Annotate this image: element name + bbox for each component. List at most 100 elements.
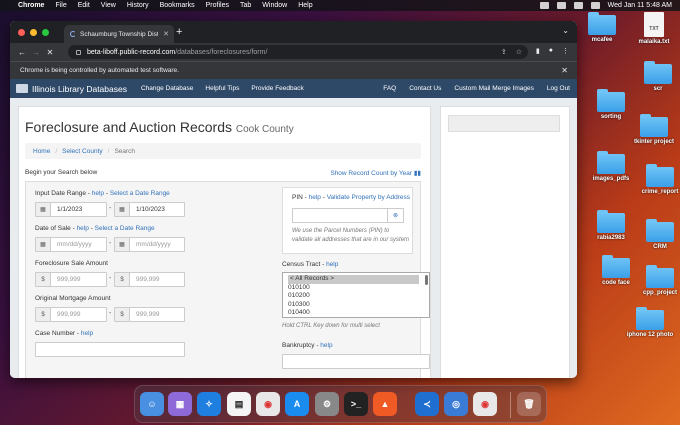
menu-bookmarks[interactable]: Bookmarks bbox=[160, 2, 195, 9]
menu-clock[interactable]: Wed Jan 11 5:48 AM bbox=[608, 2, 672, 9]
census-help-link[interactable]: help bbox=[326, 261, 338, 268]
new-tab-icon[interactable]: + bbox=[176, 26, 182, 38]
menu-help[interactable]: Help bbox=[298, 2, 312, 9]
menu-tab[interactable]: Tab bbox=[240, 2, 251, 9]
terminal-icon[interactable]: >_ bbox=[344, 392, 368, 416]
pin-help-link[interactable]: help bbox=[309, 194, 321, 201]
sale-date-from[interactable]: ▦ mm/dd/yyyy bbox=[35, 237, 107, 252]
census-option[interactable]: 010400 bbox=[288, 309, 424, 317]
nav-helpful-tips[interactable]: Helpful Tips bbox=[205, 85, 239, 92]
sale-amount-min[interactable]: $999,999 bbox=[35, 272, 107, 287]
launchpad-icon[interactable]: ▦ bbox=[168, 392, 192, 416]
case-number-help-link[interactable]: help bbox=[81, 330, 93, 337]
address-bar[interactable]: beta-liboff.public-record.com/databases/… bbox=[68, 45, 528, 59]
side-panel-icon[interactable]: ▮ bbox=[536, 47, 540, 55]
nav-provide-feedback[interactable]: Provide Feedback bbox=[251, 85, 303, 92]
automation-infobar: Chrome is being controlled by automated … bbox=[10, 61, 577, 79]
breadcrumb-home[interactable]: Home bbox=[33, 148, 50, 155]
nav-change-database[interactable]: Change Database bbox=[141, 85, 193, 92]
forward-arrow-icon[interactable]: → bbox=[30, 48, 42, 57]
back-arrow-icon[interactable]: ← bbox=[16, 48, 28, 57]
chrome-canary-icon[interactable]: ◉ bbox=[473, 392, 497, 416]
mortgage-amount-max[interactable]: $999,999 bbox=[114, 307, 185, 322]
minimize-window-button[interactable] bbox=[30, 29, 37, 36]
input-date-to[interactable]: ▦ 1/10/2023 bbox=[114, 202, 185, 217]
battery-icon[interactable] bbox=[556, 2, 566, 9]
census-tract-select[interactable]: < All Records > 010100 010200 010300 010… bbox=[282, 272, 430, 318]
wifi-icon[interactable] bbox=[573, 2, 583, 9]
system-settings-icon[interactable]: ⚙ bbox=[315, 392, 339, 416]
nav-faq[interactable]: FAQ bbox=[383, 85, 396, 92]
validate-property-link[interactable]: Validate Property by Address bbox=[327, 194, 410, 201]
app-store-icon[interactable]: A bbox=[285, 392, 309, 416]
trash-icon[interactable]: 🗑 bbox=[517, 392, 541, 416]
menu-file[interactable]: File bbox=[55, 2, 66, 9]
folder-icon bbox=[640, 114, 668, 137]
bookmark-star-icon[interactable]: ☆ bbox=[516, 48, 522, 56]
brave-icon[interactable]: ▲ bbox=[373, 392, 397, 416]
menu-profiles[interactable]: Profiles bbox=[206, 2, 229, 9]
desktop-file-malaika[interactable]: TXT malaika.txt bbox=[624, 12, 680, 45]
desktop-folder-iphone-photo[interactable]: iphone 12 photo bbox=[620, 307, 680, 338]
menu-app-chrome[interactable]: Chrome bbox=[18, 2, 44, 9]
desktop-folder-crm[interactable]: CRM bbox=[630, 219, 680, 250]
date-of-sale-help-link[interactable]: help bbox=[77, 225, 89, 232]
pin-input[interactable]: ⊗ bbox=[292, 208, 404, 223]
breadcrumb-select-county[interactable]: Select County bbox=[62, 148, 102, 155]
close-window-button[interactable] bbox=[18, 29, 25, 36]
desktop-folder-tkinter[interactable]: tkinter project bbox=[624, 114, 680, 145]
desktop-folder-crime-report[interactable]: crime_report bbox=[630, 164, 680, 195]
list-scrollbar[interactable] bbox=[425, 275, 428, 285]
tab-search-chevron-icon[interactable]: ⌄ bbox=[562, 26, 569, 35]
census-option[interactable]: 010100 bbox=[288, 284, 424, 293]
share-icon[interactable]: ⇪ bbox=[501, 48, 507, 56]
desktop-folder-cpp-project[interactable]: cpp_project bbox=[630, 265, 680, 296]
search-icon[interactable] bbox=[590, 2, 600, 9]
calendar-icon[interactable]: ▦ bbox=[115, 203, 130, 216]
menu-history[interactable]: History bbox=[127, 2, 149, 9]
nav-custom-mail-merge[interactable]: Custom Mail Merge Images bbox=[454, 85, 533, 92]
desktop-folder-scr[interactable]: scr bbox=[628, 61, 680, 92]
census-option[interactable]: 010200 bbox=[288, 292, 424, 301]
desktop-folder-mcafee[interactable]: mcafee bbox=[572, 12, 632, 43]
nav-contact-us[interactable]: Contact Us bbox=[409, 85, 441, 92]
case-number-input[interactable] bbox=[35, 342, 185, 357]
close-tab-icon[interactable]: ✕ bbox=[163, 30, 169, 38]
vscode-icon[interactable]: ≺ bbox=[415, 392, 439, 416]
proxyman-icon[interactable]: ◎ bbox=[444, 392, 468, 416]
pin-search-icon[interactable]: ⊗ bbox=[387, 209, 403, 222]
calendar-app-icon[interactable]: ▤ bbox=[227, 392, 251, 416]
menu-window[interactable]: Window bbox=[262, 2, 287, 9]
record-count-link[interactable]: Show Record Count by Year ▮▮ bbox=[330, 169, 421, 177]
census-option[interactable]: < All Records > bbox=[288, 275, 419, 284]
date-of-sale-select-link[interactable]: Select a Date Range bbox=[95, 225, 155, 232]
mortgage-amount-min[interactable]: $999,999 bbox=[35, 307, 107, 322]
status-tray-icon[interactable] bbox=[539, 2, 549, 9]
census-option[interactable]: 010300 bbox=[288, 301, 424, 310]
finder-icon[interactable]: ☺ bbox=[140, 392, 164, 416]
safari-icon[interactable]: ✧ bbox=[197, 392, 221, 416]
menu-edit[interactable]: Edit bbox=[78, 2, 90, 9]
stop-loading-icon[interactable]: ✕ bbox=[44, 48, 56, 57]
sale-amount-max[interactable]: $999,999 bbox=[114, 272, 185, 287]
lock-icon[interactable] bbox=[76, 49, 81, 55]
input-date-from[interactable]: ▦ 1/1/2023 bbox=[35, 202, 107, 217]
calendar-icon[interactable]: ▦ bbox=[115, 238, 130, 251]
zoom-window-button[interactable] bbox=[42, 29, 49, 36]
calendar-icon[interactable]: ▦ bbox=[36, 238, 51, 251]
bankruptcy-help-link[interactable]: help bbox=[320, 342, 332, 349]
more-menu-icon[interactable]: ⋮ bbox=[562, 47, 569, 55]
nav-log-out[interactable]: Log Out bbox=[547, 85, 570, 92]
desktop-folder-sorting[interactable]: sorting bbox=[581, 89, 641, 120]
tab-active[interactable]: Schaumburg Township District ✕ bbox=[64, 25, 174, 43]
menu-view[interactable]: View bbox=[101, 2, 116, 9]
input-date-range-help-link[interactable]: help bbox=[92, 190, 104, 197]
close-infobar-icon[interactable]: ✕ bbox=[561, 66, 568, 75]
profile-icon[interactable]: ● bbox=[549, 47, 553, 55]
bankruptcy-select[interactable] bbox=[282, 354, 430, 369]
chrome-icon[interactable]: ◉ bbox=[256, 392, 280, 416]
sale-date-to[interactable]: ▦ mm/dd/yyyy bbox=[114, 237, 185, 252]
site-brand[interactable]: Illinois Library Databases bbox=[32, 84, 127, 94]
calendar-icon[interactable]: ▦ bbox=[36, 203, 51, 216]
input-date-range-select-link[interactable]: Select a Date Range bbox=[110, 190, 170, 197]
